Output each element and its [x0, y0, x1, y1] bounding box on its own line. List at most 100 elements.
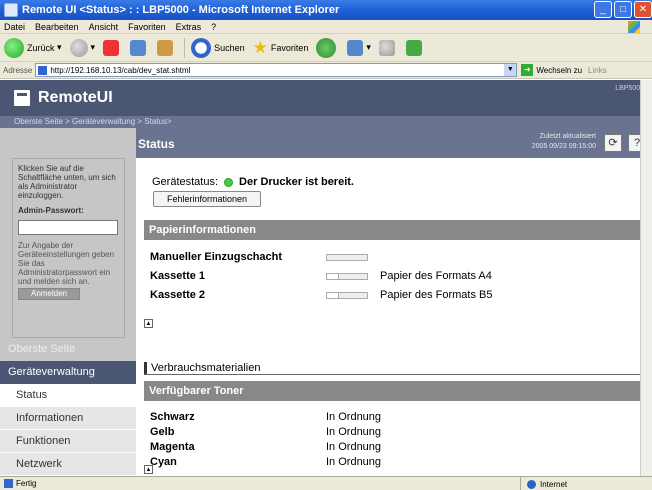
links-button[interactable]: Links: [588, 66, 607, 75]
sidebar-nav: Oberste Seite Geräteverwaltung Status In…: [0, 338, 136, 476]
status-content: Gerätestatus: Der Drucker ist bereit. Fe…: [136, 158, 652, 479]
home-button[interactable]: [157, 39, 176, 56]
toner-row: Gelb In Ordnung: [150, 426, 630, 440]
toner-status: In Ordnung: [326, 426, 382, 438]
toolbar-divider: [184, 37, 186, 58]
toner-row: Magenta In Ordnung: [150, 441, 630, 455]
menu-view[interactable]: Ansicht: [89, 22, 119, 32]
paper-level-fill: [327, 274, 339, 279]
login-instructions: Klicken Sie auf die Schaltfläche unten, …: [18, 164, 116, 200]
paper-info-header: Papierinformationen: [144, 220, 644, 240]
minimize-button[interactable]: _: [594, 1, 612, 18]
menu-help[interactable]: ?: [211, 22, 216, 32]
toner-color: Schwarz: [150, 411, 195, 423]
toner-status: In Ordnung: [326, 456, 382, 468]
section-divider: [144, 374, 644, 375]
back-button[interactable]: Zurück ▾: [4, 37, 62, 58]
paper-source-name: Manueller Einzugschacht: [150, 251, 283, 263]
stop-button[interactable]: [103, 39, 122, 56]
sidebar-item-top[interactable]: Oberste Seite: [0, 338, 136, 361]
breadcrumb: Oberste Seite > Geräteverwaltung > Statu…: [0, 116, 652, 128]
sidebar-item-network[interactable]: Netzwerk: [0, 453, 136, 476]
sidebar-item-functions[interactable]: Funktionen: [0, 430, 136, 453]
admin-password-label: Admin-Passwort:: [18, 206, 84, 215]
home-icon: [157, 39, 174, 56]
toner-status: In Ordnung: [326, 441, 382, 453]
menu-edit[interactable]: Bearbeiten: [35, 22, 79, 32]
stop-icon: [103, 39, 120, 56]
toner-row: Cyan In Ordnung: [150, 456, 630, 470]
page-done-icon: [4, 479, 13, 488]
mail-button[interactable]: ▾: [347, 39, 371, 56]
go-button[interactable]: ➜ Wechseln zu: [521, 64, 582, 76]
refresh-page-button[interactable]: [130, 39, 149, 56]
paper-source-name: Kassette 1: [150, 270, 206, 282]
menu-favorites[interactable]: Favoriten: [128, 22, 166, 32]
search-button[interactable]: Suchen: [191, 37, 245, 58]
maximize-button[interactable]: □: [614, 1, 632, 18]
paper-row: Kassette 2 Papier des Formats B5: [150, 289, 630, 303]
paper-row: Kassette 1 Papier des Formats A4: [150, 270, 630, 284]
sidebar-item-info[interactable]: Informationen: [0, 407, 136, 430]
sidebar-item-status[interactable]: Status: [0, 384, 136, 407]
window-title: Remote UI <Status> : : LBP5000 - Microso…: [22, 4, 340, 16]
device-status-label: Gerätestatus:: [152, 176, 219, 188]
windows-logo-icon: [628, 21, 640, 33]
toolbar: Zurück ▾ ▾ Suchen ★ Favoriten ▾: [0, 34, 652, 62]
sidebar: Klicken Sie auf die Schaltfläche unten, …: [0, 128, 136, 476]
menu-file[interactable]: Datei: [4, 22, 25, 32]
main-header: Status Zuletzt aktualisiert 2005 09/23 0…: [136, 128, 652, 158]
toner-color: Cyan: [150, 456, 177, 468]
globe-icon: [527, 479, 536, 489]
close-button[interactable]: ✕: [634, 1, 652, 18]
address-label: Adresse: [3, 65, 33, 75]
toner-color: Gelb: [150, 426, 175, 438]
mail-icon: [347, 39, 364, 56]
menu-tools[interactable]: Extras: [176, 22, 202, 32]
paper-source-name: Kassette 2: [150, 289, 206, 301]
paper-size: Papier des Formats A4: [380, 270, 492, 282]
forward-arrow-icon: [69, 38, 88, 57]
toner-status: In Ordnung: [326, 411, 382, 423]
go-arrow-icon: ➜: [521, 64, 534, 76]
scroll-to-top-icon[interactable]: ▲: [144, 319, 153, 328]
chevron-down-icon[interactable]: ▼: [504, 64, 517, 76]
scroll-to-top-icon[interactable]: ▲: [144, 465, 153, 474]
page-header: RemoteUI LBP5000: [0, 80, 652, 116]
device-status: Gerätestatus: Der Drucker ist bereit.: [152, 176, 354, 188]
main-panel: Status Zuletzt aktualisiert 2005 09/23 0…: [136, 128, 652, 479]
print-button[interactable]: [378, 39, 398, 56]
star-icon: ★: [252, 37, 268, 57]
paper-size: Papier des Formats B5: [380, 289, 493, 301]
messenger-button[interactable]: [405, 39, 425, 56]
history-icon: [316, 37, 337, 58]
address-bar: Adresse http://192.168.10.13/cab/dev_sta…: [0, 62, 652, 79]
refresh-button[interactable]: ⟳: [604, 134, 622, 152]
remoteui-logo: RemoteUI: [14, 89, 113, 107]
forward-button[interactable]: ▾: [69, 38, 95, 57]
paper-row: Manueller Einzugschacht: [150, 251, 630, 265]
vertical-scrollbar[interactable]: [640, 80, 652, 476]
menu-bar: Datei Bearbeiten Ansicht Favoriten Extra…: [0, 20, 652, 34]
toner-color: Magenta: [150, 441, 195, 453]
address-url: http://192.168.10.13/cab/dev_stat.shtml: [50, 65, 191, 75]
security-zone: Internet: [520, 477, 567, 490]
messenger-icon: [405, 39, 422, 56]
printer-logo-icon: [14, 90, 30, 106]
history-button[interactable]: [316, 37, 339, 58]
paper-level-bar: [326, 273, 368, 280]
page-title: Status: [138, 137, 175, 151]
sidebar-item-device-management[interactable]: Geräteverwaltung: [0, 361, 136, 384]
address-input[interactable]: http://192.168.10.13/cab/dev_stat.shtml …: [35, 63, 518, 77]
device-status-message: Der Drucker ist bereit.: [239, 176, 354, 188]
refresh-icon: ⟳: [608, 137, 618, 149]
toner-row: Schwarz In Ordnung: [150, 411, 630, 425]
error-info-button[interactable]: Fehlerinformationen: [153, 191, 261, 207]
login-button[interactable]: Anmelden: [18, 288, 80, 300]
status-text: Fertig: [16, 479, 37, 488]
favorites-button[interactable]: ★ Favoriten: [252, 37, 309, 57]
printer-icon: [378, 39, 395, 56]
admin-password-input[interactable]: [18, 220, 118, 235]
page-icon: [38, 65, 48, 75]
search-icon: [191, 37, 212, 58]
